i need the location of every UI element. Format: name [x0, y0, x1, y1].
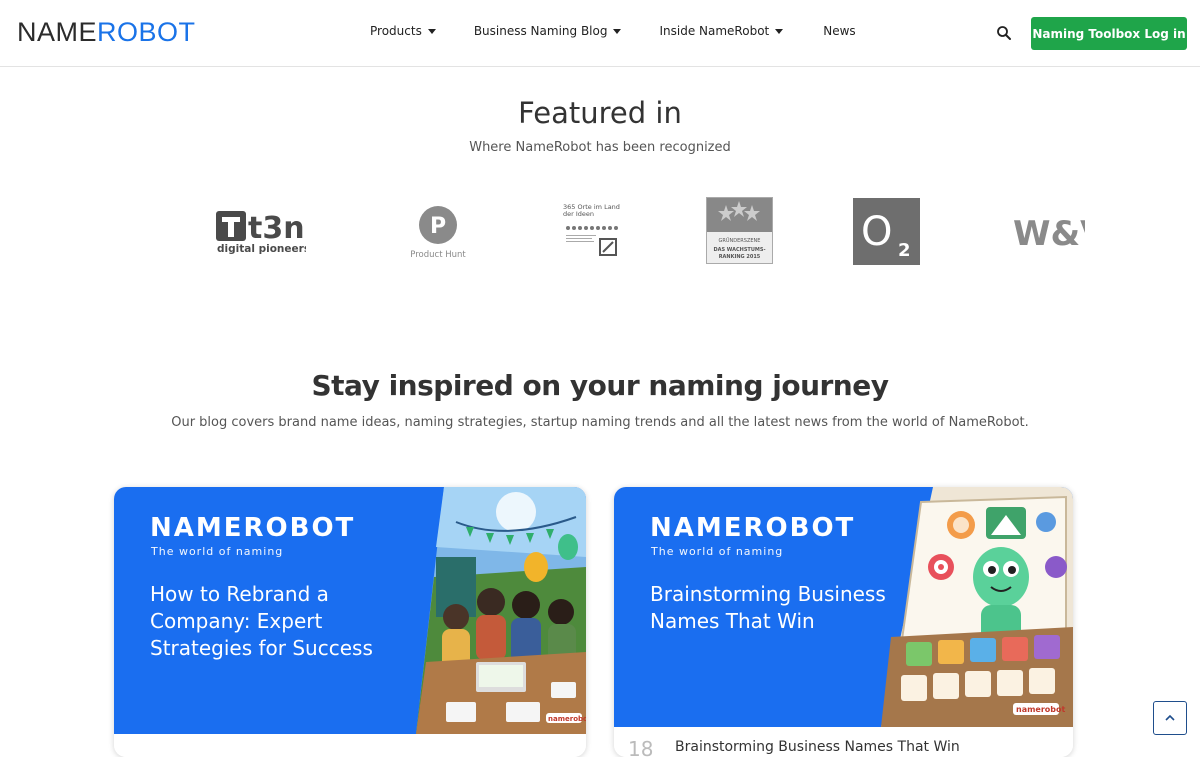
wuv-logo: W&V: [1013, 212, 1085, 252]
t3n-logo-text: t3n: [248, 211, 305, 246]
t3n-logo: t3n digital pioneers: [216, 209, 310, 255]
caret-down-icon: [427, 28, 436, 34]
nav-news-label: News: [823, 24, 856, 38]
card-footer-title: Brainstorming Business Names That Win: [675, 739, 960, 755]
gruenderszene-logo: GRÜNDERSZENE DAS WACHSTUMS- RANKING 2015: [706, 197, 773, 264]
product-hunt-letter: P: [430, 214, 446, 239]
card-tagline: The world of naming: [651, 545, 784, 558]
brainstorming-illustration: namerobot: [881, 487, 1073, 727]
gruenderszene-line2: DAS WACHSTUMS-: [713, 247, 765, 253]
blog-card-footer: 18 Brainstorming Business Names That Win: [614, 727, 1073, 757]
main-nav: Products Business Naming Blog Inside Nam…: [370, 24, 856, 38]
blog-section-title: Stay inspired on your naming journey: [311, 369, 890, 402]
rebrand-illustration: namerobot: [416, 487, 586, 734]
o2-logo: O 2: [853, 198, 920, 265]
nav-products[interactable]: Products: [370, 24, 436, 38]
card-number: 18: [628, 737, 654, 757]
site-header: NAMEROBOT Products Business Naming Blog …: [0, 0, 1200, 67]
card-brand: NAMEROBOT: [650, 513, 856, 543]
nav-blog-label: Business Naming Blog: [473, 24, 608, 38]
blog-card-image: NAMEROBOT The world of naming How to Reb…: [114, 487, 586, 734]
search-icon[interactable]: [996, 25, 1012, 41]
naming-toolbox-login-button[interactable]: Naming Toolbox Log in: [1031, 17, 1187, 50]
svg-text:namerobot: namerobot: [1016, 705, 1066, 714]
product-hunt-text: Product Hunt: [410, 250, 466, 260]
blog-section-subtitle: Our blog covers brand name ideas, naming…: [171, 415, 1029, 430]
card-headline: How to Rebrand a Company: Expert Strateg…: [150, 582, 373, 660]
product-hunt-logo: P Product Hunt: [404, 205, 474, 265]
gruenderszene-line1: GRÜNDERSZENE: [719, 237, 761, 244]
nav-inside-namerobot[interactable]: Inside NameRobot: [659, 24, 784, 38]
logo-robot-part: ROBOT: [97, 17, 196, 47]
nav-business-naming-blog[interactable]: Business Naming Blog: [474, 24, 622, 38]
o2-logo-sub: 2: [898, 240, 911, 261]
nav-products-label: Products: [370, 24, 422, 38]
caret-down-icon: [775, 28, 784, 34]
gruenderszene-line3: RANKING 2015: [719, 254, 761, 260]
card-tagline: The world of naming: [151, 545, 284, 558]
logo-name-part: NAME: [17, 17, 98, 47]
nav-inside-label: Inside NameRobot: [659, 24, 770, 38]
press-logos: t3n digital pioneers P Product Hunt 365 …: [0, 195, 1200, 270]
featured-subtitle: Where NameRobot has been recognized: [469, 140, 731, 155]
card-brand: NAMEROBOT: [150, 513, 356, 543]
blog-card-rebrand[interactable]: NAMEROBOT The world of naming How to Reb…: [114, 487, 586, 757]
nav-news[interactable]: News: [823, 24, 855, 38]
land-der-ideen-text: 365 Orte im Land der Ideen: [563, 204, 620, 218]
chevron-up-icon: [1165, 714, 1175, 721]
featured-title: Featured in: [518, 96, 682, 130]
land-der-ideen-logo: 365 Orte im Land der Ideen: [563, 204, 623, 259]
t3n-logo-sub: digital pioneers: [217, 243, 306, 254]
blog-card-image: NAMEROBOT The world of naming Brainstorm…: [614, 487, 1073, 727]
blog-card-brainstorming[interactable]: NAMEROBOT The world of naming Brainstorm…: [614, 487, 1073, 757]
site-logo[interactable]: NAMEROBOT: [17, 17, 196, 48]
wuv-logo-text: W&V: [1013, 214, 1085, 252]
scroll-to-top-button[interactable]: [1153, 701, 1187, 735]
caret-down-icon: [613, 28, 622, 34]
o2-logo-text: O: [861, 209, 892, 255]
card-headline: Brainstorming Business Names That Win: [650, 582, 886, 633]
blog-card-footer: [114, 734, 586, 757]
svg-text:namerobot: namerobot: [548, 715, 586, 723]
